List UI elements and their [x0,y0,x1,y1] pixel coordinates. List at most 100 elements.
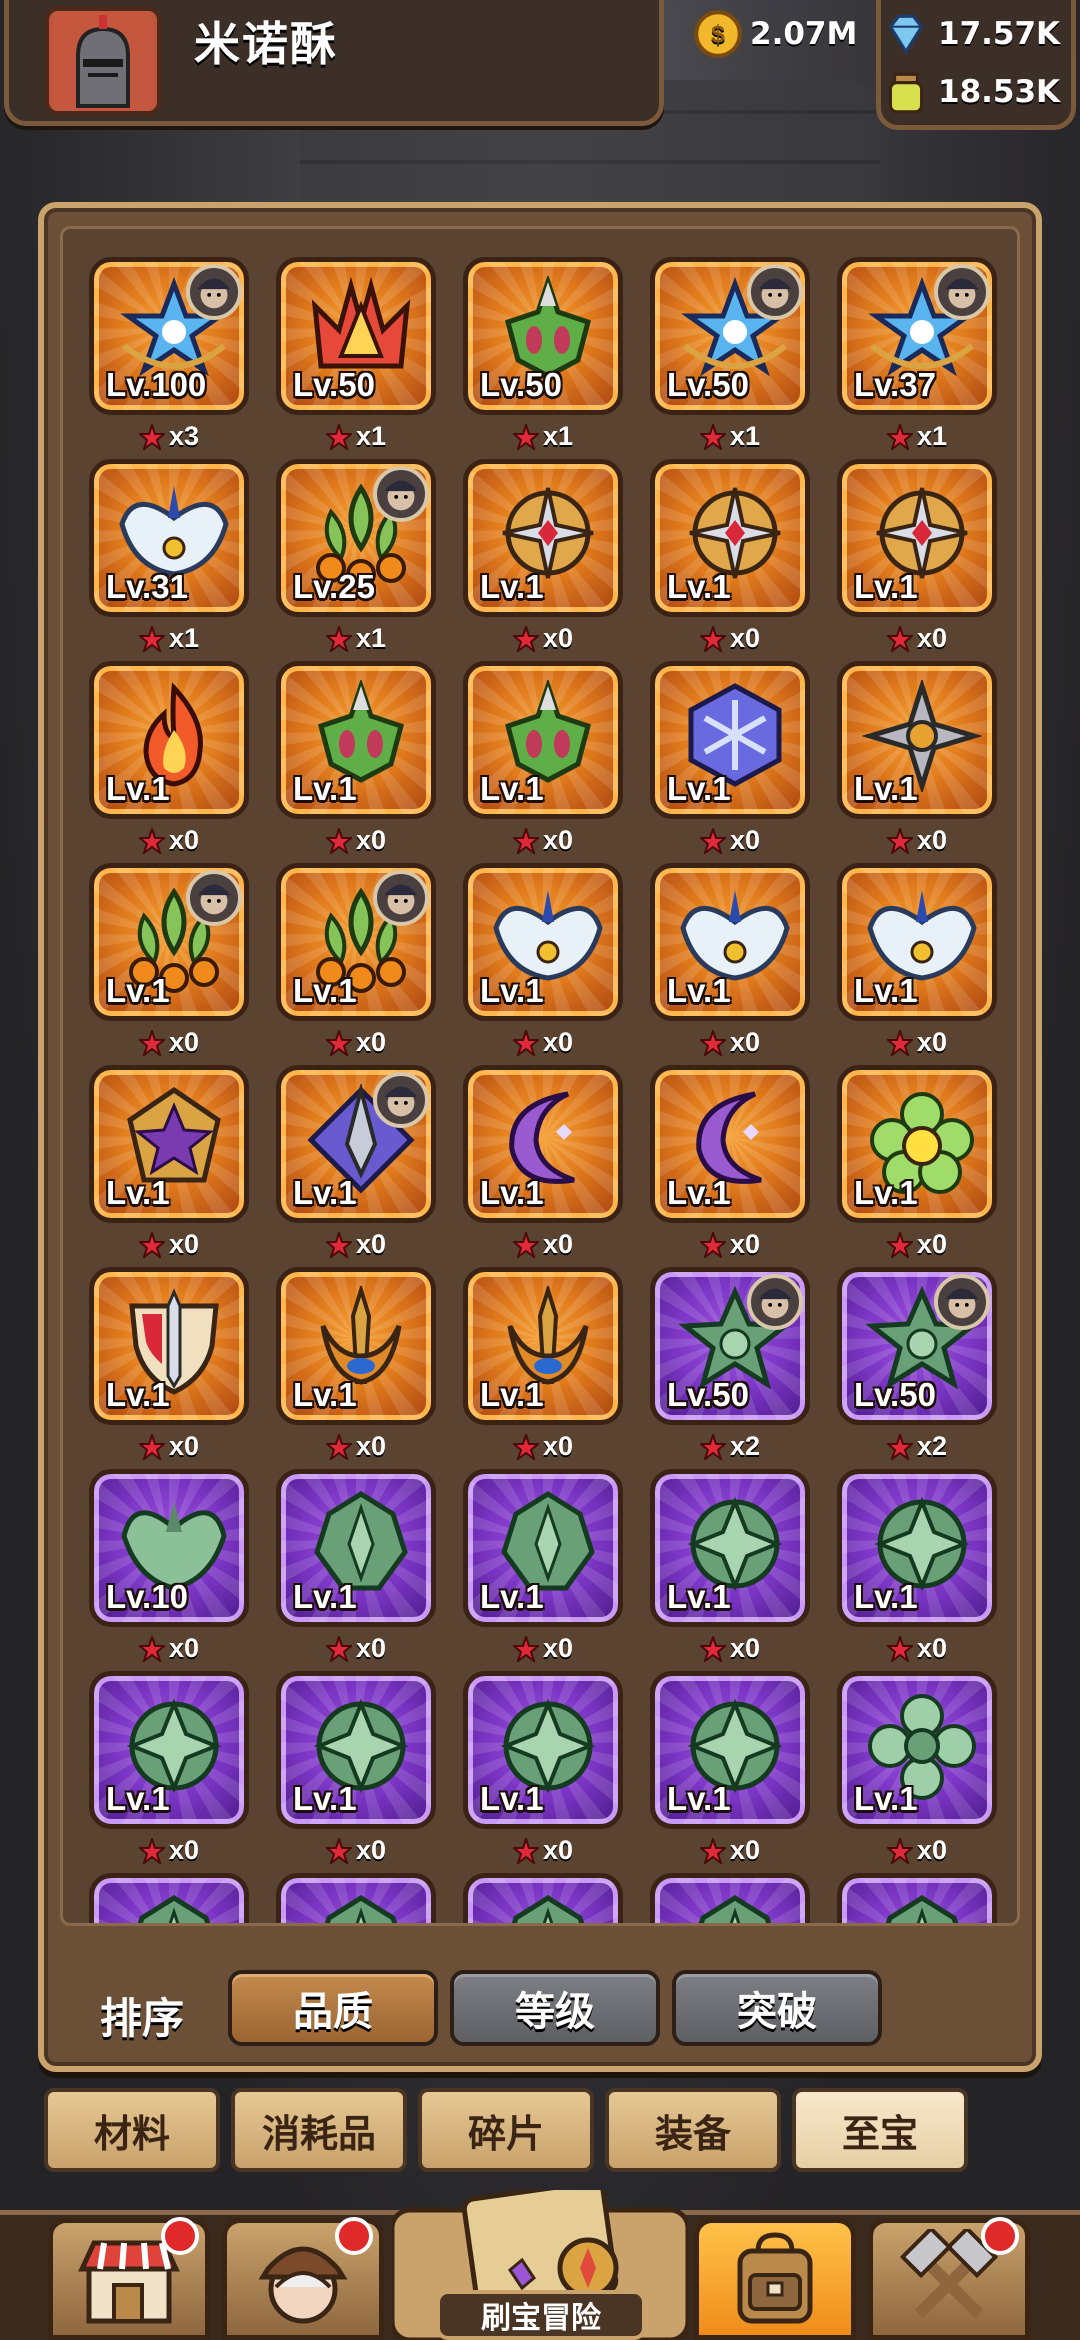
treasure-tile[interactable]: Lv.1 [276,1267,436,1425]
treasure-item[interactable]: Lv.1 x0 [650,1065,810,1260]
treasure-item[interactable]: Lv.1 x0 [837,1671,997,1866]
treasure-item[interactable]: Lv.50 x2 [650,1267,810,1462]
treasure-item[interactable]: Lv.1 x0 [837,1065,997,1260]
treasure-item[interactable]: Lv.1 x0 [276,1267,436,1462]
treasure-item[interactable]: Lv.1 x0 [89,1267,249,1462]
treasure-tile[interactable] [650,1873,810,1923]
treasure-tile[interactable]: Lv.1 [837,1469,997,1627]
treasure-item[interactable]: Lv.1 x0 [463,863,623,1058]
treasure-tile[interactable]: Lv.25 [276,459,436,617]
treasure-item[interactable]: Lv.1 x0 [89,1671,249,1866]
treasure-tile[interactable]: Lv.1 [650,1671,810,1829]
treasure-item[interactable]: Lv.1 x0 [650,1671,810,1866]
treasure-tile[interactable]: Lv.1 [650,1065,810,1223]
treasure-tile[interactable]: Lv.50 [276,257,436,415]
treasure-item[interactable]: Lv.1 x0 [463,459,623,654]
treasure-item[interactable]: Lv.1 x0 [89,1065,249,1260]
treasure-tile[interactable]: Lv.1 [276,1469,436,1627]
tab-materials[interactable]: 材料 [44,2088,220,2172]
treasure-tile[interactable]: Lv.100 [89,257,249,415]
treasure-tile[interactable]: Lv.1 [276,661,436,819]
tab-fragments[interactable]: 碎片 [418,2088,594,2172]
treasure-item[interactable]: Lv.50 x1 [276,257,436,452]
treasure-item[interactable]: Lv.37 x1 [837,257,997,452]
treasure-tile[interactable]: Lv.50 [650,1267,810,1425]
treasure-item[interactable] [650,1873,810,1923]
treasure-item[interactable]: Lv.1 x0 [463,1671,623,1866]
treasure-tile[interactable]: Lv.1 [276,1065,436,1223]
treasure-tile[interactable] [837,1873,997,1923]
player-avatar[interactable] [44,6,162,116]
treasure-item[interactable]: Lv.25 x1 [276,459,436,654]
treasure-item[interactable] [463,1873,623,1923]
treasure-tile[interactable]: Lv.1 [837,661,997,819]
treasure-item[interactable]: Lv.1 x0 [276,863,436,1058]
treasure-tile[interactable] [276,1873,436,1923]
nav-backpack[interactable] [694,2218,856,2340]
nav-shop[interactable] [48,2217,210,2340]
treasure-item[interactable]: Lv.1 x0 [650,863,810,1058]
treasure-tile[interactable]: Lv.1 [463,1671,623,1829]
potion-counter[interactable]: 18.53K [880,66,1060,118]
treasure-tile[interactable]: Lv.1 [650,1469,810,1627]
tab-treasures[interactable]: 至宝 [792,2088,968,2172]
treasure-tile[interactable]: Lv.1 [650,459,810,617]
treasure-item[interactable]: Lv.1 x0 [89,863,249,1058]
sort-breakthrough-button[interactable]: 突破 [672,1970,882,2046]
treasure-tile[interactable]: Lv.1 [463,1267,623,1425]
treasure-item[interactable]: Lv.100 x3 [89,257,249,452]
treasure-tile[interactable]: Lv.1 [463,1469,623,1627]
treasure-tile[interactable]: Lv.1 [463,1065,623,1223]
treasure-item[interactable]: Lv.31 x1 [89,459,249,654]
treasure-item[interactable]: Lv.1 x0 [89,661,249,856]
sort-quality-button[interactable]: 品质 [228,1970,438,2046]
treasure-tile[interactable]: Lv.1 [276,863,436,1021]
treasure-item[interactable]: Lv.50 x1 [463,257,623,452]
treasure-item[interactable]: Lv.1 x0 [463,661,623,856]
treasure-tile[interactable]: Lv.50 [837,1267,997,1425]
treasure-tile[interactable]: Lv.1 [837,1671,997,1829]
treasure-tile[interactable]: Lv.31 [89,459,249,617]
gold-counter[interactable]: $ 2.07M [692,8,857,60]
treasure-tile[interactable]: Lv.1 [89,863,249,1021]
treasure-tile[interactable]: Lv.1 [89,1065,249,1223]
nav-heroes[interactable] [222,2217,384,2340]
treasure-item[interactable]: Lv.50 x1 [650,257,810,452]
treasure-item[interactable]: Lv.1 x0 [276,1671,436,1866]
treasure-item[interactable]: Lv.1 x0 [837,459,997,654]
treasure-item[interactable]: Lv.1 x0 [276,661,436,856]
treasure-tile[interactable]: Lv.1 [650,863,810,1021]
tab-equipment[interactable]: 装备 [605,2088,781,2172]
treasure-tile[interactable] [89,1873,249,1923]
tab-consumables[interactable]: 消耗品 [231,2088,407,2172]
treasure-tile[interactable]: Lv.1 [650,661,810,819]
treasure-item[interactable]: Lv.1 x0 [463,1469,623,1664]
treasure-item[interactable]: Lv.1 x0 [276,1065,436,1260]
treasure-tile[interactable]: Lv.10 [89,1469,249,1627]
treasure-item[interactable] [837,1873,997,1923]
treasure-item[interactable] [276,1873,436,1923]
treasure-item[interactable]: Lv.1 x0 [650,661,810,856]
treasure-tile[interactable] [463,1873,623,1923]
treasure-tile[interactable]: Lv.1 [276,1671,436,1829]
treasure-tile[interactable]: Lv.1 [89,1671,249,1829]
treasure-tile[interactable]: Lv.37 [837,257,997,415]
treasure-item[interactable]: Lv.1 x0 [650,1469,810,1664]
treasure-tile[interactable]: Lv.1 [837,1065,997,1223]
treasure-tile[interactable]: Lv.1 [463,863,623,1021]
treasure-item[interactable]: Lv.1 x0 [837,1469,997,1664]
treasure-tile[interactable]: Lv.1 [89,661,249,819]
treasure-item[interactable]: Lv.50 x2 [837,1267,997,1462]
treasure-item[interactable]: Lv.1 x0 [276,1469,436,1664]
treasure-item[interactable]: Lv.1 x0 [650,459,810,654]
treasure-tile[interactable]: Lv.50 [650,257,810,415]
treasure-tile[interactable]: Lv.50 [463,257,623,415]
treasure-tile[interactable]: Lv.1 [463,459,623,617]
treasure-item[interactable] [89,1873,249,1923]
treasure-tile[interactable]: Lv.1 [837,863,997,1021]
treasure-item[interactable]: Lv.10 x0 [89,1469,249,1664]
gem-counter[interactable]: 17.57K [880,8,1060,60]
treasure-grid[interactable]: Lv.100 x3 Lv.50 x1 Lv.50 x1 Lv.50 x1 Lv.37 x1 Lv.3… [60,226,1020,1926]
treasure-item[interactable]: Lv.1 x0 [463,1267,623,1462]
sort-level-button[interactable]: 等级 [450,1970,660,2046]
